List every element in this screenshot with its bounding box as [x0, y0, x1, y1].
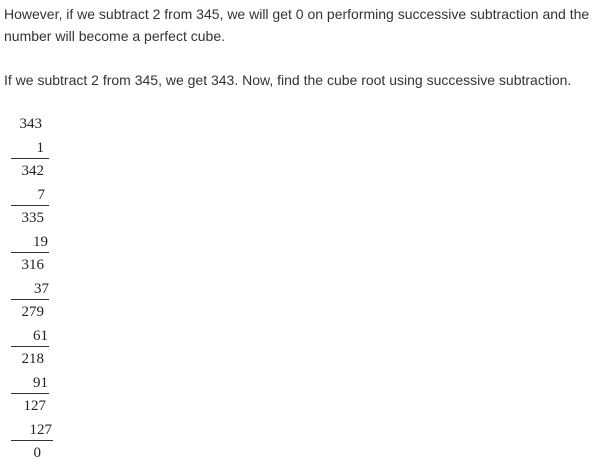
minuend-value: 316	[21, 257, 45, 273]
subtrahend-value: 127	[29, 421, 53, 438]
subtraction-line	[11, 345, 49, 347]
minuend-value: 342	[21, 163, 45, 179]
successive-subtraction: 343 1 342 7 335 19 316 37 279 61 218 91 127 127 0	[0, 0, 120, 461]
minuend-value: 335	[21, 210, 45, 226]
minuend-value: 343	[19, 116, 43, 132]
subtrahend-value: 19	[33, 233, 48, 250]
subtraction-line	[11, 204, 49, 206]
minuend-value: 127	[23, 398, 47, 414]
subtrahend-value: 7	[37, 186, 46, 203]
minuend-value: 279	[21, 304, 45, 320]
subtrahend-value: 61	[33, 327, 48, 344]
subtraction-line	[11, 439, 53, 441]
subtrahend-value: 37	[34, 280, 49, 297]
subtraction-line	[11, 392, 49, 394]
subtraction-line	[11, 157, 49, 159]
subtraction-line	[11, 251, 49, 253]
subtrahend-value: 91	[33, 374, 48, 391]
minuend-value: 218	[21, 351, 45, 367]
subtraction-line	[11, 298, 49, 300]
subtrahend-value: 1	[36, 139, 45, 156]
